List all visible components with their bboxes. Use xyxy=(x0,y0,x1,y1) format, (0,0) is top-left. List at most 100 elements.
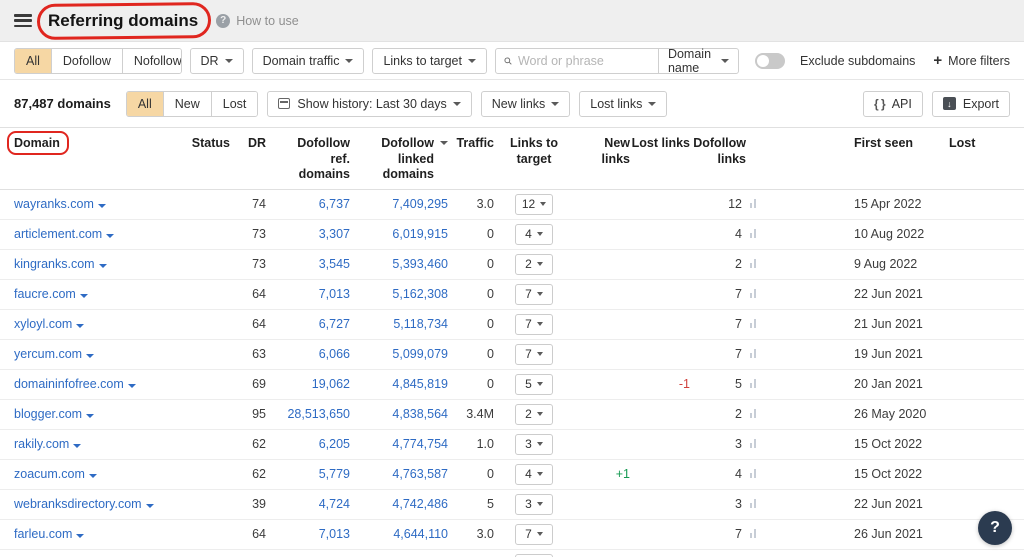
chevron-down-icon[interactable] xyxy=(145,504,154,509)
domain-traffic-filter-dropdown[interactable]: Domain traffic xyxy=(251,47,365,74)
column-header-new-links[interactable]: New links xyxy=(574,128,630,190)
chevron-down-icon[interactable] xyxy=(76,534,85,539)
search-mode-dropdown[interactable]: Domain name xyxy=(657,47,738,75)
dofollow-ref-domains-link[interactable]: 19,062 xyxy=(312,377,350,391)
link-history-sparkline-icon[interactable] xyxy=(750,468,757,479)
dofollow-ref-domains-link[interactable]: 3,545 xyxy=(319,257,350,271)
dofollow-ref-domains-link[interactable]: 7,013 xyxy=(319,287,350,301)
domain-link[interactable]: articlement.com xyxy=(14,227,102,241)
column-header-dr[interactable]: DR xyxy=(230,128,266,190)
column-header-dofollow-links[interactable]: Dofollow links xyxy=(690,128,746,190)
column-header-links-to-target[interactable]: Links to target xyxy=(494,128,574,190)
chevron-down-icon[interactable] xyxy=(86,414,95,419)
chevron-down-icon[interactable] xyxy=(73,444,82,449)
links-to-target-dropdown[interactable]: 7 xyxy=(515,523,553,545)
dofollow-ref-domains-link[interactable]: 6,066 xyxy=(319,347,350,361)
links-to-target-dropdown[interactable]: 4 xyxy=(515,463,553,485)
api-button[interactable]: { } API xyxy=(862,90,923,117)
exclude-subdomains-toggle[interactable] xyxy=(755,52,786,69)
new-links-dropdown[interactable]: New links xyxy=(480,90,571,117)
filter-dofollow-button[interactable]: Dofollow xyxy=(51,48,123,73)
links-to-target-dropdown[interactable]: 2 xyxy=(515,253,553,275)
chevron-down-icon[interactable] xyxy=(97,204,106,209)
link-history-sparkline-icon[interactable] xyxy=(750,378,757,389)
dofollow-linked-domains-link[interactable]: 7,409,295 xyxy=(392,197,448,211)
history-new-button[interactable]: New xyxy=(163,91,212,116)
column-header-traffic[interactable]: Traffic xyxy=(448,128,494,190)
chevron-down-icon[interactable] xyxy=(86,354,95,359)
show-history-dropdown[interactable]: Show history: Last 30 days xyxy=(267,90,472,117)
links-to-target-dropdown[interactable]: 4 xyxy=(515,223,553,245)
link-history-sparkline-icon[interactable] xyxy=(750,528,757,539)
column-header-lost-links[interactable]: Lost links xyxy=(630,128,690,190)
link-history-sparkline-icon[interactable] xyxy=(750,348,757,359)
dofollow-linked-domains-link[interactable]: 6,019,915 xyxy=(392,227,448,241)
links-to-target-dropdown[interactable]: 7 xyxy=(515,313,553,335)
column-header-lost[interactable]: Lost xyxy=(949,128,1024,190)
link-history-sparkline-icon[interactable] xyxy=(750,438,757,449)
column-header-dofollow-linked-domains[interactable]: Dofollow linked domains xyxy=(350,128,448,190)
domain-link[interactable]: webranksdirectory.com xyxy=(14,497,142,511)
filter-nofollow-button[interactable]: Nofollow xyxy=(122,48,181,73)
dofollow-linked-domains-link[interactable]: 4,774,754 xyxy=(392,437,448,451)
filter-all-button[interactable]: All xyxy=(15,48,52,73)
links-to-target-dropdown[interactable]: 7 xyxy=(515,283,553,305)
domain-link[interactable]: domaininfofree.com xyxy=(14,377,124,391)
search-input[interactable] xyxy=(517,53,658,68)
column-header-status[interactable]: Status xyxy=(188,128,230,190)
links-to-target-dropdown[interactable]: 3 xyxy=(515,493,553,515)
chevron-down-icon[interactable] xyxy=(76,324,85,329)
dofollow-ref-domains-link[interactable]: 6,727 xyxy=(319,317,350,331)
links-to-target-dropdown[interactable]: 7 xyxy=(515,343,553,365)
link-history-sparkline-icon[interactable] xyxy=(750,498,757,509)
link-history-sparkline-icon[interactable] xyxy=(750,228,757,239)
dofollow-ref-domains-link[interactable]: 28,513,650 xyxy=(287,407,350,421)
history-lost-button[interactable]: Lost xyxy=(211,91,258,116)
domain-link[interactable]: kingranks.com xyxy=(14,257,95,271)
domain-link[interactable]: zoacum.com xyxy=(14,467,85,481)
dofollow-linked-domains-link[interactable]: 4,838,564 xyxy=(392,407,448,421)
link-history-sparkline-icon[interactable] xyxy=(750,258,757,269)
more-filters-button[interactable]: + More filters xyxy=(933,52,1010,69)
chevron-down-icon[interactable] xyxy=(106,234,115,239)
dofollow-ref-domains-link[interactable]: 4,724 xyxy=(319,497,350,511)
chevron-down-icon[interactable] xyxy=(98,264,107,269)
hamburger-menu-icon[interactable] xyxy=(14,14,32,27)
dofollow-linked-domains-link[interactable]: 4,644,110 xyxy=(393,527,448,541)
dofollow-linked-domains-link[interactable]: 5,099,079 xyxy=(392,347,448,361)
links-to-target-dropdown[interactable]: 5 xyxy=(515,373,553,395)
column-header-first-seen[interactable]: First seen xyxy=(854,128,949,190)
domain-link[interactable]: faucre.com xyxy=(14,287,76,301)
dofollow-ref-domains-link[interactable]: 6,205 xyxy=(319,437,350,451)
domain-link[interactable]: blogger.com xyxy=(14,407,82,421)
dofollow-linked-domains-link[interactable]: 5,162,308 xyxy=(392,287,448,301)
column-header-dofollow-ref-domains[interactable]: Dofollow ref. domains xyxy=(266,128,350,190)
lost-links-dropdown[interactable]: Lost links xyxy=(579,90,668,117)
domain-link[interactable]: xyloyl.com xyxy=(14,317,72,331)
links-to-target-dropdown[interactable]: 2 xyxy=(515,403,553,425)
chevron-down-icon[interactable] xyxy=(88,474,97,479)
dofollow-ref-domains-link[interactable]: 5,779 xyxy=(319,467,350,481)
how-to-use-link[interactable]: ? How to use xyxy=(216,13,299,28)
links-to-target-filter-dropdown[interactable]: Links to target xyxy=(372,47,487,74)
dofollow-linked-domains-link[interactable]: 5,393,460 xyxy=(392,257,448,271)
dofollow-linked-domains-link[interactable]: 4,845,819 xyxy=(392,377,448,391)
link-history-sparkline-icon[interactable] xyxy=(750,318,757,329)
dofollow-linked-domains-link[interactable]: 4,742,486 xyxy=(392,497,448,511)
export-button[interactable]: ↓ Export xyxy=(931,90,1010,117)
link-history-sparkline-icon[interactable] xyxy=(750,288,757,299)
domain-link[interactable]: farleu.com xyxy=(14,527,72,541)
domain-link[interactable]: rakily.com xyxy=(14,437,69,451)
domain-link[interactable]: yercum.com xyxy=(14,347,82,361)
dofollow-linked-domains-link[interactable]: 5,118,734 xyxy=(393,317,448,331)
dr-filter-dropdown[interactable]: DR xyxy=(189,47,244,74)
column-header-domain[interactable]: Domain xyxy=(0,128,188,190)
help-fab-button[interactable]: ? xyxy=(978,511,1012,545)
chevron-down-icon[interactable] xyxy=(127,384,136,389)
domain-link[interactable]: wayranks.com xyxy=(14,197,94,211)
link-history-sparkline-icon[interactable] xyxy=(750,198,757,209)
links-to-target-dropdown[interactable]: 3 xyxy=(515,433,553,455)
links-to-target-dropdown[interactable]: 12 xyxy=(514,193,554,215)
chevron-down-icon[interactable] xyxy=(79,294,88,299)
dofollow-ref-domains-link[interactable]: 6,737 xyxy=(319,197,350,211)
